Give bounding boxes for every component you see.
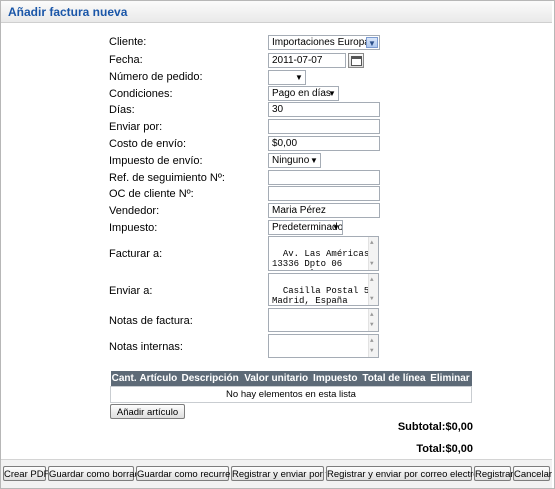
- items-table: Cant. Artículo Descripción Valor unitari…: [110, 371, 472, 403]
- enviar-a-textarea[interactable]: Casilla Postal 5555 Madrid, España ▲ ▼: [268, 273, 379, 306]
- chevron-down-icon: ▼: [328, 89, 336, 98]
- condiciones-value: Pago en días: [272, 88, 331, 99]
- textarea-scrollbar[interactable]: ▲ ▼: [368, 237, 378, 270]
- chevron-down-icon: ▼: [310, 156, 318, 165]
- impuesto-select[interactable]: Predeterminado ▼: [268, 220, 343, 235]
- label-cliente: Cliente:: [109, 36, 147, 48]
- label-dias: Días:: [109, 104, 135, 116]
- table-row: No hay elementos en esta lista: [110, 386, 472, 403]
- column-header-descripcion: Descripción: [178, 371, 242, 387]
- oc-cliente-input[interactable]: [268, 186, 380, 201]
- column-header-articulo: Artículo: [137, 371, 179, 387]
- label-ref-seguimiento: Ref. de seguimiento Nº:: [109, 172, 225, 184]
- enviar-por-input[interactable]: [268, 119, 380, 134]
- add-item-button[interactable]: Añadir artículo: [110, 404, 185, 419]
- label-enviar-a: Enviar a:: [109, 285, 153, 297]
- facturar-a-value: Av. Las Américas 13336 Dpto 06 Zona Palo…: [272, 249, 370, 270]
- calendar-icon: [351, 56, 362, 66]
- dias-input[interactable]: 30: [268, 102, 380, 117]
- register-send-email-button[interactable]: Registrar y enviar por correo electrónic…: [326, 466, 496, 481]
- label-enviar-por: Enviar por:: [109, 121, 163, 133]
- cancel-button[interactable]: Cancelar: [513, 466, 552, 481]
- costo-envio-input[interactable]: $0,00: [268, 136, 380, 151]
- label-fecha: Fecha:: [109, 54, 143, 66]
- vendedor-value: Maria Pérez: [272, 205, 326, 216]
- impuesto-envio-select[interactable]: Ninguno ▼: [268, 153, 321, 168]
- cliente-select[interactable]: Importaciones Europa ▼: [268, 35, 380, 50]
- scroll-up-icon: ▲: [370, 311, 374, 318]
- scroll-up-icon: ▲: [370, 276, 374, 283]
- scroll-down-icon: ▼: [370, 347, 374, 354]
- impuesto-envio-value: Ninguno: [272, 155, 310, 166]
- dias-value: 30: [272, 104, 284, 115]
- items-table-header-row: Cant. Artículo Descripción Valor unitari…: [110, 371, 472, 387]
- textarea-scrollbar[interactable]: ▲ ▼: [368, 309, 378, 331]
- column-header-valor-unitario: Valor unitario: [241, 371, 312, 387]
- enviar-a-value: Casilla Postal 5555 Madrid, España: [272, 286, 378, 306]
- scroll-up-icon: ▲: [370, 239, 374, 246]
- register-send-fax-button[interactable]: Registrar y enviar por fax: [231, 466, 338, 481]
- column-header-impuesto: Impuesto: [311, 371, 360, 387]
- column-header-total-linea: Total de línea: [359, 371, 429, 387]
- label-facturar-a: Facturar a:: [109, 248, 163, 260]
- cliente-value: Importaciones Europa: [272, 37, 370, 48]
- scroll-down-icon: ▼: [370, 321, 374, 328]
- save-recurring-button[interactable]: Guardar como recurrente: [136, 466, 244, 481]
- window-title: Añadir factura nueva: [8, 5, 128, 19]
- register-button[interactable]: Registrar: [474, 466, 514, 481]
- scroll-up-icon: ▲: [370, 337, 374, 344]
- scroll-down-icon: ▼: [370, 260, 374, 267]
- save-draft-button[interactable]: Guardar como borrador: [48, 466, 148, 481]
- empty-table-message: No hay elementos en esta lista: [110, 386, 472, 403]
- label-oc-cliente: OC de cliente Nº:: [109, 188, 194, 200]
- create-pdf-button[interactable]: Crear PDF: [3, 466, 49, 481]
- fecha-value: 2011-07-07: [272, 55, 323, 66]
- chevron-down-icon: ▼: [366, 37, 378, 48]
- column-header-cant: Cant.: [110, 371, 138, 387]
- calendar-button[interactable]: [348, 53, 364, 68]
- textarea-scrollbar[interactable]: ▲ ▼: [368, 274, 378, 305]
- column-header-eliminar: Eliminar: [428, 371, 472, 387]
- costo-envio-value: $0,00: [272, 138, 298, 149]
- label-notas-factura: Notas de factura:: [109, 315, 193, 327]
- notas-internas-textarea[interactable]: ▲ ▼: [268, 334, 379, 358]
- ref-seguimiento-input[interactable]: [268, 170, 380, 185]
- scroll-down-icon: ▼: [370, 295, 374, 302]
- label-condiciones: Condiciones:: [109, 88, 173, 100]
- label-vendedor: Vendedor:: [109, 205, 160, 217]
- title-bar: Añadir factura nueva: [1, 1, 552, 23]
- subtotal-value: Subtotal:$0,00: [397, 421, 473, 433]
- textarea-scrollbar[interactable]: ▲ ▼: [368, 335, 378, 357]
- total-value: Total:$0,00: [416, 443, 473, 455]
- vendedor-input[interactable]: Maria Pérez: [268, 203, 380, 218]
- label-numero-pedido: Número de pedido:: [109, 71, 203, 83]
- label-impuesto: Impuesto:: [109, 222, 158, 234]
- fecha-input[interactable]: 2011-07-07: [268, 53, 346, 68]
- notas-factura-textarea[interactable]: ▲ ▼: [268, 308, 379, 332]
- label-notas-internas: Notas internas:: [109, 341, 183, 353]
- chevron-down-icon: ▼: [332, 223, 340, 232]
- label-costo-envio: Costo de envío:: [109, 138, 187, 150]
- chevron-down-icon: ▼: [295, 73, 303, 82]
- condiciones-select[interactable]: Pago en días ▼: [268, 86, 339, 101]
- label-impuesto-envio: Impuesto de envío:: [109, 155, 203, 167]
- facturar-a-textarea[interactable]: Av. Las Américas 13336 Dpto 06 Zona Palo…: [268, 236, 379, 271]
- numero-pedido-select[interactable]: ▼: [268, 70, 306, 85]
